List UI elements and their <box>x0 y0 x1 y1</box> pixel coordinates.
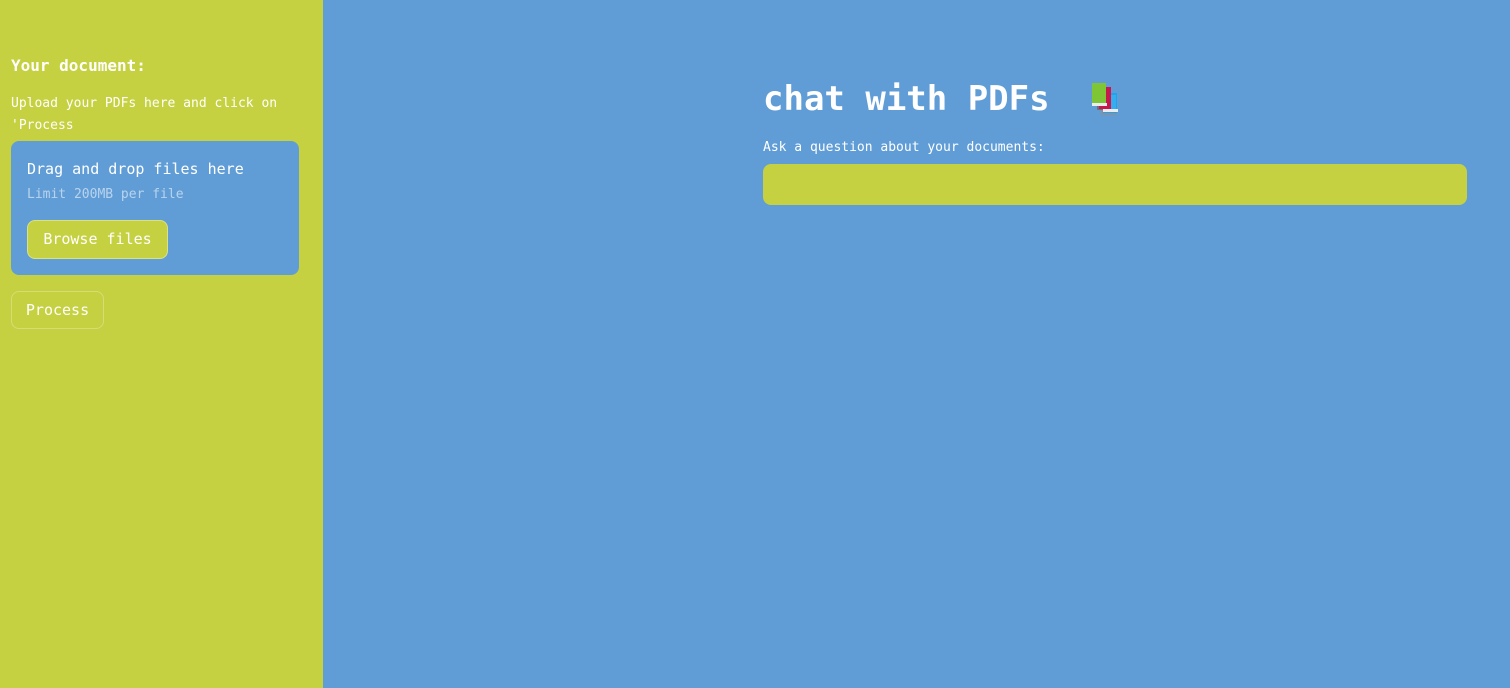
dropzone-limit: Limit 200MB per file <box>27 187 184 202</box>
books-icon <box>1090 83 1128 117</box>
sidebar-title: Your document: <box>11 56 146 75</box>
page-title: chat with PDFs <box>763 79 1050 119</box>
dropzone-title: Drag and drop files here <box>27 160 244 178</box>
browse-files-button[interactable]: Browse files <box>27 220 168 259</box>
question-input[interactable] <box>763 164 1467 205</box>
sidebar: Your document: Upload your PDFs here and… <box>0 0 323 688</box>
app-window: Your document: Upload your PDFs here and… <box>0 0 1510 688</box>
question-label: Ask a question about your documents: <box>763 140 1045 155</box>
upload-instructions: Upload your PDFs here and click on 'Proc… <box>11 96 278 133</box>
file-dropzone[interactable]: Drag and drop files here Limit 200MB per… <box>11 141 299 275</box>
process-button[interactable]: Process <box>11 291 104 329</box>
